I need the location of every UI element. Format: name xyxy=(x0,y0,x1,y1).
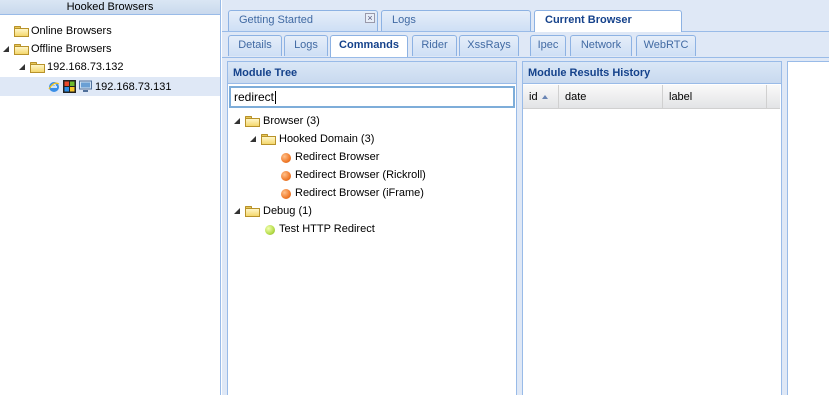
tab-logs-label: Logs xyxy=(392,14,416,26)
subtab-webrtc[interactable]: WebRTC xyxy=(636,35,696,56)
folder-open-icon xyxy=(261,134,276,145)
hooked-browser-ip-label: 192.168.73.131 xyxy=(95,81,172,93)
tab-current-browser-label: Current Browser xyxy=(545,14,632,26)
folder-icon xyxy=(14,26,29,37)
hooked-browsers-header: Hooked Browsers xyxy=(0,0,220,15)
folder-open-icon xyxy=(245,206,260,217)
module-node-browser[interactable]: Browser (3) xyxy=(228,112,516,130)
column-id[interactable]: id xyxy=(523,85,559,109)
ie-browser-icon xyxy=(48,82,60,92)
module-item-label: Redirect Browser (Rickroll) xyxy=(295,169,426,181)
module-item-redirect-rickroll[interactable]: Redirect Browser (Rickroll) xyxy=(228,166,516,184)
subtab-network[interactable]: Network xyxy=(570,35,632,56)
module-item-redirect-iframe[interactable]: Redirect Browser (iFrame) xyxy=(228,184,516,202)
expand-arrow-icon[interactable] xyxy=(234,118,240,124)
module-item-test-http-redirect[interactable]: Test HTTP Redirect xyxy=(228,220,516,238)
subtab-details[interactable]: Details xyxy=(228,35,282,56)
tab-logs[interactable]: Logs xyxy=(381,10,531,31)
module-results-title: Module Results History xyxy=(523,62,781,84)
expand-arrow-icon[interactable] xyxy=(19,64,25,70)
module-results-panel: Module Results History id date label xyxy=(522,61,782,395)
results-grid-header: id date label xyxy=(523,85,780,109)
module-tree-title: Module Tree xyxy=(228,62,516,84)
column-label[interactable]: label xyxy=(663,85,767,109)
offline-browsers-label: Offline Browsers xyxy=(31,43,112,55)
tab-getting-started-label: Getting Started xyxy=(239,14,313,26)
command-detail-panel xyxy=(787,61,829,395)
module-item-label: Redirect Browser xyxy=(295,151,380,163)
close-icon[interactable]: × xyxy=(365,13,375,23)
desktop-hardware-icon xyxy=(79,80,92,92)
module-node-hooked-domain[interactable]: Hooked Domain (3) xyxy=(228,130,516,148)
status-orange-icon xyxy=(281,189,291,199)
module-item-label: Redirect Browser (iFrame) xyxy=(295,187,424,199)
expand-arrow-icon[interactable] xyxy=(3,46,9,52)
module-tree-panel: Module Tree redirect Browser (3) Hooked … xyxy=(227,61,517,395)
status-orange-icon xyxy=(281,153,291,163)
subtab-xssrays[interactable]: XssRays xyxy=(459,35,519,56)
online-browsers-label: Online Browsers xyxy=(31,25,112,37)
folder-open-icon xyxy=(14,44,29,55)
module-node-debug-label: Debug (1) xyxy=(263,205,312,217)
module-search-value: redirect xyxy=(234,90,275,104)
sort-ascending-icon xyxy=(541,95,548,100)
main-area: Getting Started × Logs Current Browser D… xyxy=(222,0,829,395)
module-search-input[interactable]: redirect xyxy=(229,86,515,108)
tab-getting-started[interactable]: Getting Started × xyxy=(228,10,378,31)
subtab-rider[interactable]: Rider xyxy=(412,35,457,56)
module-node-debug[interactable]: Debug (1) xyxy=(228,202,516,220)
module-item-redirect-browser[interactable]: Redirect Browser xyxy=(228,148,516,166)
commands-content: Module Tree redirect Browser (3) Hooked … xyxy=(222,57,829,395)
main-tabbar: Getting Started × Logs Current Browser xyxy=(222,0,829,32)
module-node-browser-label: Browser (3) xyxy=(263,115,320,127)
expand-arrow-icon[interactable] xyxy=(234,208,240,214)
tree-node-hooked-browser[interactable]: 192.168.73.131 xyxy=(0,78,220,96)
column-date[interactable]: date xyxy=(559,85,663,109)
folder-open-icon xyxy=(245,116,260,127)
expand-arrow-icon[interactable] xyxy=(250,136,256,142)
tree-node-ip-group[interactable]: 192.168.73.132 xyxy=(0,58,220,76)
module-node-hooked-domain-label: Hooked Domain (3) xyxy=(279,133,375,145)
column-id-label: id xyxy=(529,91,538,103)
browser-subtabbar: Details Logs Commands Rider XssRays Ipec… xyxy=(222,32,829,58)
text-caret xyxy=(275,91,277,105)
subtab-ipec[interactable]: Ipec xyxy=(530,35,566,56)
hooked-browsers-panel: Hooked Browsers Online Browsers Offline … xyxy=(0,0,221,395)
tab-current-browser[interactable]: Current Browser xyxy=(534,10,682,32)
tree-node-online-browsers[interactable]: Online Browsers xyxy=(0,22,220,40)
status-orange-icon xyxy=(281,171,291,181)
ip-group-label: 192.168.73.132 xyxy=(47,61,124,73)
subtab-logs[interactable]: Logs xyxy=(284,35,328,56)
tree-node-offline-browsers[interactable]: Offline Browsers xyxy=(0,40,220,58)
windows-os-icon xyxy=(63,80,76,93)
folder-open-icon xyxy=(30,62,45,73)
subtab-commands[interactable]: Commands xyxy=(330,35,408,57)
status-green-icon xyxy=(265,225,275,235)
module-item-label: Test HTTP Redirect xyxy=(279,223,375,235)
